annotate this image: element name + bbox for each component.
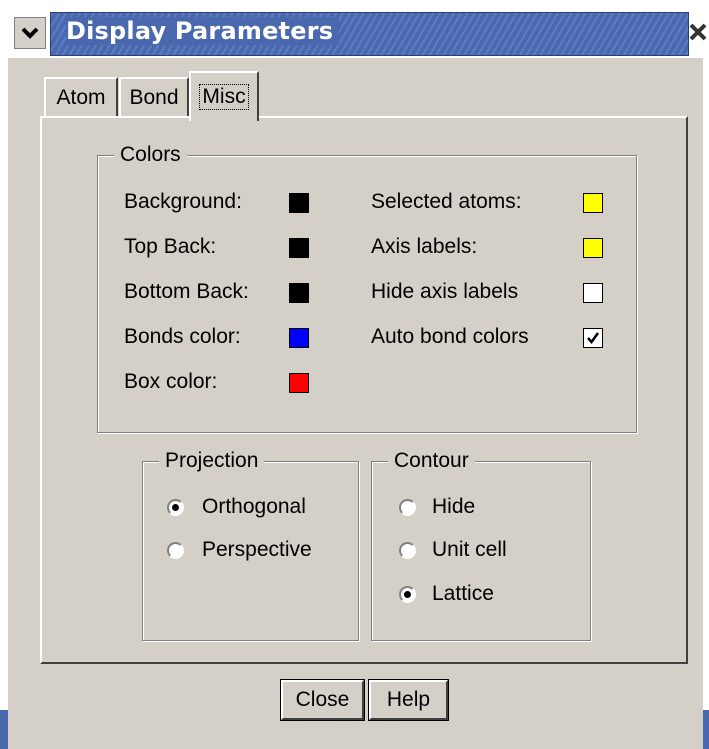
window-close-button[interactable] bbox=[687, 17, 709, 47]
contour-unit-cell-radio[interactable] bbox=[399, 542, 416, 559]
checkmark-icon bbox=[587, 332, 600, 345]
orthogonal-radio[interactable] bbox=[167, 499, 184, 516]
help-button-label: Help bbox=[386, 688, 431, 711]
window-frame-right bbox=[703, 58, 709, 749]
help-button[interactable]: Help bbox=[368, 679, 449, 721]
window-menu-button[interactable] bbox=[14, 17, 46, 49]
close-icon bbox=[689, 23, 707, 41]
tab-misc-label: Misc bbox=[199, 84, 249, 110]
tab-atom-label: Atom bbox=[56, 86, 106, 109]
contour-hide-label[interactable]: Hide bbox=[432, 494, 475, 520]
background-color-swatch[interactable] bbox=[289, 193, 309, 213]
tab-bond[interactable]: Bond bbox=[119, 77, 189, 117]
bonds-color-label: Bonds color: bbox=[124, 325, 241, 348]
tab-atom[interactable]: Atom bbox=[44, 77, 118, 117]
background-color-label: Background: bbox=[124, 190, 242, 213]
contour-lattice-label[interactable]: Lattice bbox=[432, 581, 494, 607]
radio-selected-dot bbox=[172, 504, 179, 511]
bottom-back-color-label: Bottom Back: bbox=[124, 280, 249, 303]
perspective-radio[interactable] bbox=[167, 542, 184, 559]
close-button-label: Close bbox=[295, 688, 350, 711]
box-color-swatch[interactable] bbox=[289, 373, 309, 393]
window-frame-right-accent bbox=[703, 710, 709, 749]
top-back-color-swatch[interactable] bbox=[289, 238, 309, 258]
bottom-back-color-swatch[interactable] bbox=[289, 283, 309, 303]
window-title: Display Parameters bbox=[66, 17, 340, 45]
colors-group-title: Colors bbox=[114, 143, 187, 167]
tab-bond-label: Bond bbox=[129, 86, 179, 109]
contour-group-title: Contour bbox=[388, 449, 475, 473]
orthogonal-label[interactable]: Orthogonal bbox=[202, 494, 306, 520]
chevron-down-icon bbox=[21, 27, 39, 39]
auto-bond-colors-checkbox[interactable] bbox=[583, 328, 603, 348]
hide-axis-labels-checkbox[interactable] bbox=[583, 283, 603, 303]
window-frame-left-accent bbox=[0, 710, 8, 749]
misc-tab-panel: Colors Background: Top Back: Bottom Back… bbox=[40, 116, 688, 664]
contour-lattice-radio[interactable] bbox=[399, 586, 416, 603]
box-color-label: Box color: bbox=[124, 370, 218, 393]
axis-labels-color-label: Axis labels: bbox=[371, 235, 478, 258]
auto-bond-colors-label: Auto bond colors bbox=[371, 325, 529, 348]
projection-group-title: Projection bbox=[159, 449, 265, 473]
selected-atoms-color-label: Selected atoms: bbox=[371, 190, 522, 213]
bonds-color-swatch[interactable] bbox=[289, 328, 309, 348]
top-back-color-label: Top Back: bbox=[124, 235, 217, 258]
contour-unit-cell-label[interactable]: Unit cell bbox=[432, 537, 507, 563]
contour-hide-radio[interactable] bbox=[399, 499, 416, 516]
radio-selected-dot bbox=[404, 591, 411, 598]
axis-labels-color-swatch[interactable] bbox=[583, 238, 603, 258]
tab-misc[interactable]: Misc bbox=[189, 71, 259, 121]
perspective-label[interactable]: Perspective bbox=[202, 537, 312, 563]
close-button[interactable]: Close bbox=[280, 679, 365, 721]
selected-atoms-color-swatch[interactable] bbox=[583, 193, 603, 213]
title-bar[interactable]: Display Parameters bbox=[0, 0, 709, 58]
window-frame-left bbox=[0, 58, 8, 749]
hide-axis-labels-label: Hide axis labels bbox=[371, 280, 519, 303]
